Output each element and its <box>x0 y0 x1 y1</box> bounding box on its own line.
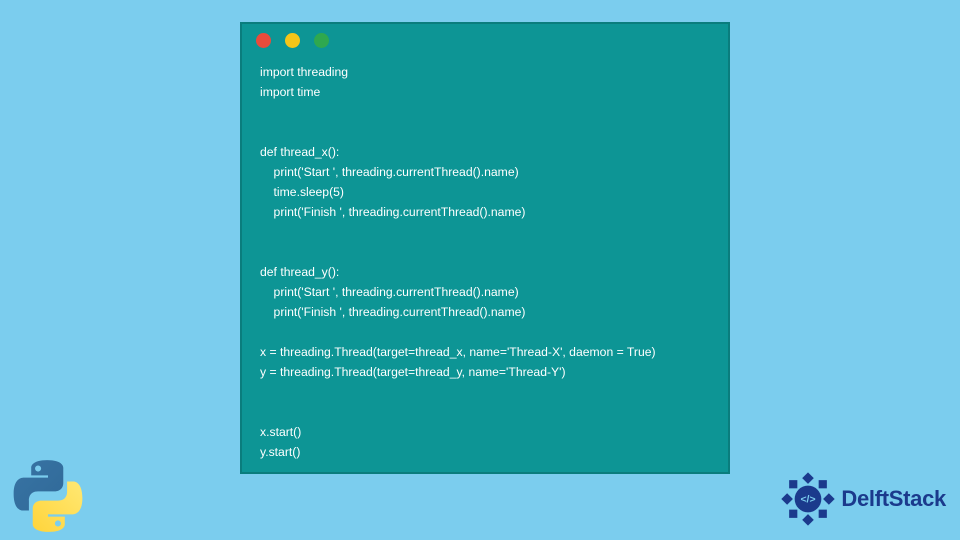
minimize-icon <box>285 33 300 48</box>
window-titlebar <box>242 24 728 56</box>
code-window: import threading import time def thread_… <box>240 22 730 474</box>
delftstack-badge-icon: </> <box>779 470 837 528</box>
delftstack-logo: </> DelftStack <box>779 470 946 528</box>
svg-text:</>: </> <box>801 494 816 505</box>
close-icon <box>256 33 271 48</box>
code-block: import threading import time def thread_… <box>242 56 728 474</box>
delftstack-label: DelftStack <box>841 486 946 512</box>
maximize-icon <box>314 33 329 48</box>
python-logo-icon <box>6 454 90 538</box>
